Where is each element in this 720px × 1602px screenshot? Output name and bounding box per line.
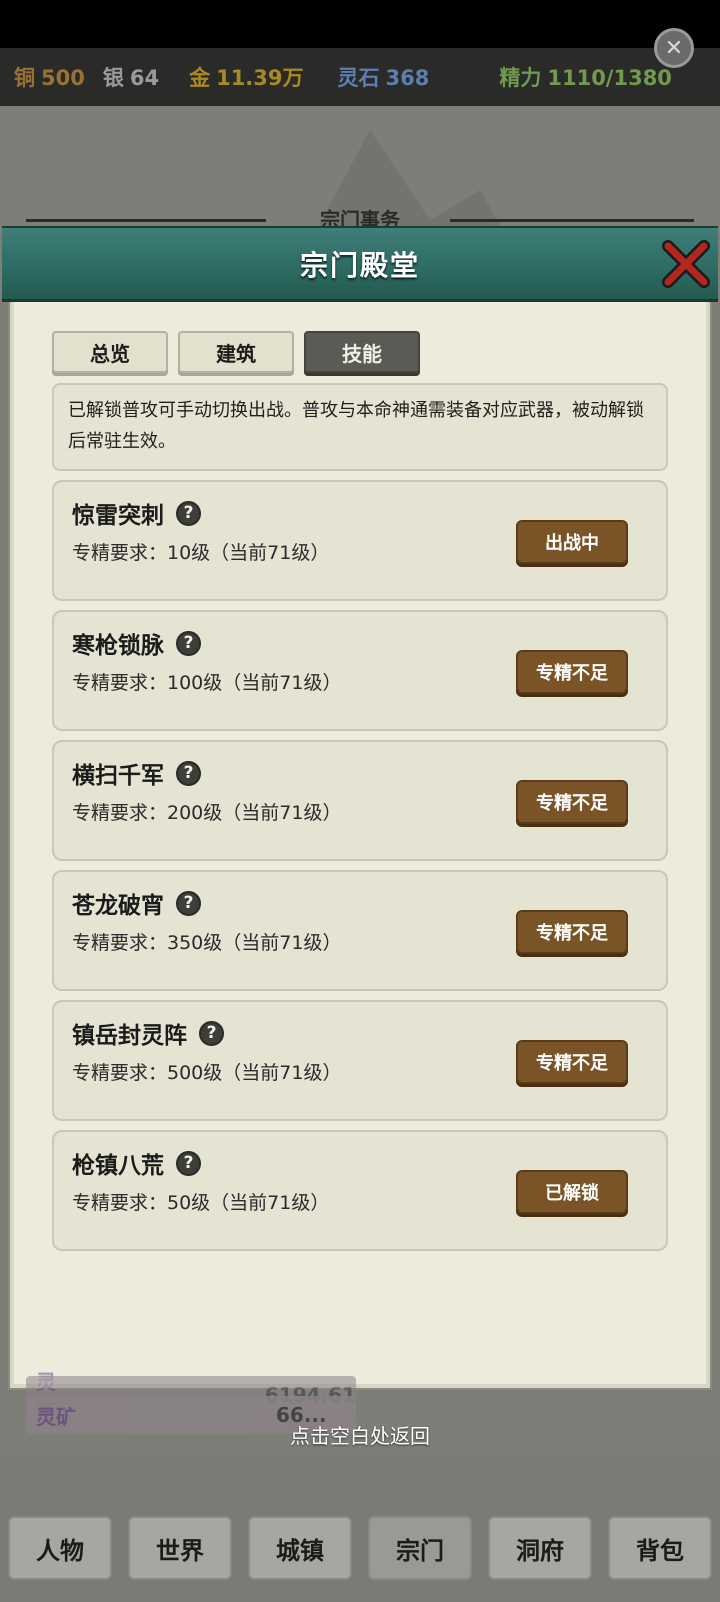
skill-requirement: 专精要求：200级（当前71级） — [72, 802, 342, 824]
close-icon[interactable] — [660, 238, 712, 290]
dialog-title: 宗门殿堂 — [299, 249, 420, 282]
resource-energy: 精力 1110/1380 — [499, 66, 672, 90]
tab-buildings[interactable]: 建筑 — [178, 331, 294, 373]
skill-action-button[interactable]: 已解锁 — [516, 1170, 628, 1214]
help-icon[interactable]: ? — [199, 1020, 224, 1046]
nav-character[interactable]: 人物 — [8, 1516, 112, 1580]
skill-title: 横扫千军? — [72, 756, 201, 790]
help-icon[interactable]: ? — [176, 630, 201, 656]
nav-world[interactable]: 世界 — [128, 1516, 232, 1580]
skill-name: 横扫千军 — [72, 763, 164, 789]
skill-action-button[interactable]: 专精不足 — [516, 780, 628, 824]
skill-action-button[interactable]: 专精不足 — [516, 650, 628, 694]
help-icon[interactable]: ? — [176, 500, 201, 526]
dialog-header: 宗门殿堂 — [2, 226, 718, 302]
status-bar — [0, 0, 720, 48]
nav-cave[interactable]: 洞府 — [488, 1516, 592, 1580]
close-glyph: ✕ — [664, 35, 684, 61]
skill-card: 苍龙破宵? 专精要求：350级（当前71级） 专精不足 — [52, 870, 668, 991]
skill-name: 寒枪锁脉 — [72, 633, 164, 659]
skill-requirement: 专精要求：10级（当前71级） — [72, 542, 330, 564]
skill-name: 枪镇八荒 — [72, 1153, 164, 1179]
nav-sect[interactable]: 宗门 — [368, 1516, 472, 1580]
skill-title: 寒枪锁脉? — [72, 626, 201, 660]
skill-card: 寒枪锁脉? 专精要求：100级（当前71级） 专精不足 — [52, 610, 668, 731]
skill-name: 惊雷突刺 — [72, 503, 164, 529]
resource-bar: 铜 500 银 64 金 11.39万 灵石 368 精力 1110/1380 — [0, 48, 720, 106]
nav-town[interactable]: 城镇 — [248, 1516, 352, 1580]
help-icon[interactable]: ? — [176, 1150, 201, 1176]
skill-card: 镇岳封灵阵? 专精要求：500级（当前71级） 专精不足 — [52, 1000, 668, 1121]
skill-requirement: 专精要求：500级（当前71级） — [72, 1062, 342, 1084]
return-hint[interactable]: 点击空白处返回 — [0, 1420, 720, 1449]
notice-box: 已解锁普攻可手动切换出战。普攻与本命神通需装备对应武器，被动解锁后常驻生效。 — [52, 383, 668, 471]
skill-requirement: 专精要求：100级（当前71级） — [72, 672, 342, 694]
help-icon[interactable]: ? — [176, 760, 201, 786]
skill-card: 惊雷突刺? 专精要求：10级（当前71级） 出战中 — [52, 480, 668, 601]
skill-title: 镇岳封灵阵? — [72, 1016, 224, 1050]
skill-title: 枪镇八荒? — [72, 1146, 201, 1180]
tab-skills[interactable]: 技能 — [304, 331, 420, 373]
skill-list: 惊雷突刺? 专精要求：10级（当前71级） 出战中 寒枪锁脉? 专精要求：100… — [52, 480, 668, 1260]
skill-action-button[interactable]: 专精不足 — [516, 1040, 628, 1084]
skill-action-button[interactable]: 出战中 — [516, 520, 628, 564]
resource-copper: 铜 500 — [14, 66, 85, 90]
skill-title: 惊雷突刺? — [72, 496, 201, 530]
bottom-nav: 人物 世界 城镇 宗门 洞府 背包 — [0, 1506, 720, 1602]
skill-requirement: 专精要求：350级（当前71级） — [72, 932, 342, 954]
resource-gold: 金 11.39万 — [189, 66, 304, 90]
skill-card: 横扫千军? 专精要求：200级（当前71级） 专精不足 — [52, 740, 668, 861]
overlay-close-icon[interactable]: ✕ — [654, 28, 694, 68]
skill-title: 苍龙破宵? — [72, 886, 201, 920]
skill-name: 镇岳封灵阵 — [72, 1023, 187, 1049]
screen: 铜 500 银 64 金 11.39万 灵石 368 精力 1110/1380 ✕ 宗门事… — [0, 0, 720, 1602]
tab-overview[interactable]: 总览 — [52, 331, 168, 373]
skill-card: 枪镇八荒? 专精要求：50级（当前71级） 已解锁 — [52, 1130, 668, 1251]
skill-requirement: 专精要求：50级（当前71级） — [72, 1192, 330, 1214]
tab-bar: 总览 建筑 技能 — [52, 331, 420, 373]
resource-silver: 银 64 — [102, 66, 160, 90]
skill-action-button[interactable]: 专精不足 — [516, 910, 628, 954]
resource-spirit-stone: 灵石 368 — [337, 66, 430, 90]
nav-bag[interactable]: 背包 — [608, 1516, 712, 1580]
skill-name: 苍龙破宵 — [72, 893, 164, 919]
help-icon[interactable]: ? — [176, 890, 201, 916]
